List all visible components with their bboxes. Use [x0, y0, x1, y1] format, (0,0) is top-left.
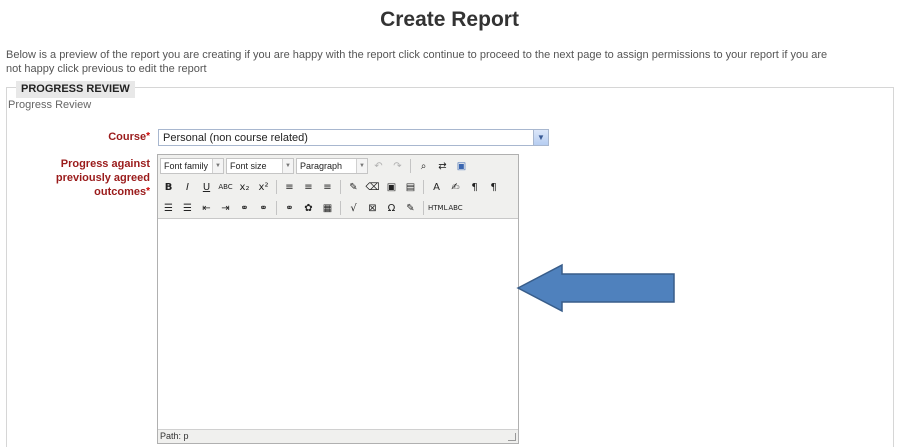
required-marker: * [146, 186, 150, 197]
subscript-button[interactable]: x₂ [236, 179, 253, 196]
strikethrough-button[interactable]: ABC [217, 179, 234, 196]
intro-line-2: not happy click previous to edit the rep… [6, 63, 207, 75]
paste-word-button[interactable]: ▤ [402, 179, 419, 196]
rich-text-editor: Font family ▼ Font size ▼ Paragraph ▼ ↶ … [157, 154, 519, 444]
image-button[interactable]: ✿ [300, 200, 317, 217]
superscript-button[interactable]: x² [255, 179, 272, 196]
toolbar-row-1: Font family ▼ Font size ▼ Paragraph ▼ ↶ … [160, 157, 470, 175]
font-size-value: Font size [230, 161, 267, 171]
course-label-text: Course [108, 131, 147, 143]
table-button[interactable]: ▦ [319, 200, 336, 217]
toolbar-row-2: B I U ABC x₂ x² ≡ ≡ ≡ ✎ ⌫ ▣ ▤ A ✍ ¶ ¶ [160, 178, 502, 196]
toolbar-separator [410, 159, 411, 173]
cleanup-button[interactable]: ✎ [345, 179, 362, 196]
page-title: Create Report [380, 8, 519, 31]
undo-icon[interactable]: ↶ [370, 158, 387, 175]
course-label: Course* [108, 130, 150, 144]
toolbar-separator [276, 180, 277, 194]
section-subtitle: Progress Review [8, 99, 92, 111]
intro-text: Below is a preview of the report you are… [6, 48, 894, 76]
progress-label: Progress against previously agreed outco… [56, 157, 150, 199]
link-button[interactable]: ⚭ [236, 200, 253, 217]
rtl-button[interactable]: ¶ [485, 179, 502, 196]
editor-content-area[interactable] [158, 220, 518, 428]
toolbar-separator [423, 201, 424, 215]
font-family-dropdown[interactable]: Font family ▼ [160, 158, 224, 174]
remove-format-button[interactable]: ⌫ [364, 179, 381, 196]
special-char-button[interactable]: Ω [383, 200, 400, 217]
font-size-dropdown[interactable]: Font size ▼ [226, 158, 294, 174]
find-icon[interactable]: ⌕ [415, 158, 432, 175]
chevron-down-icon: ▼ [356, 159, 367, 173]
anchor-button[interactable]: ⚭ [281, 200, 298, 217]
editor-path: Path: p [160, 431, 189, 441]
resize-handle-icon[interactable] [508, 433, 516, 441]
editor-toolbar: Font family ▼ Font size ▼ Paragraph ▼ ↶ … [158, 155, 518, 219]
progress-label-line-2: previously agreed [55, 172, 150, 184]
editor-statusbar: Path: p [158, 429, 518, 443]
fullscreen-icon[interactable]: ▣ [453, 158, 470, 175]
equation-button[interactable]: √ [345, 200, 362, 217]
left-arrow-annotation-icon [516, 263, 675, 313]
align-center-button[interactable]: ≡ [300, 179, 317, 196]
intro-line-1: Below is a preview of the report you are… [6, 49, 828, 61]
edit-button[interactable]: ✎ [402, 200, 419, 217]
indent-button[interactable]: ⇥ [217, 200, 234, 217]
toolbar-row-3: ☰ ☰ ⇤ ⇥ ⚭ ⚭ ⚭ ✿ ▦ √ ⊠ Ω ✎ HTML ABC [160, 199, 464, 217]
required-marker: * [146, 131, 150, 142]
toolbar-separator [340, 201, 341, 215]
toolbar-separator [340, 180, 341, 194]
ltr-button[interactable]: ¶ [466, 179, 483, 196]
progress-label-line-3: outcomes [94, 186, 147, 198]
unlink-button[interactable]: ⚭ [255, 200, 272, 217]
bold-button[interactable]: B [160, 179, 177, 196]
font-family-value: Font family [164, 161, 209, 171]
chevron-down-icon[interactable]: ▼ [533, 130, 548, 145]
align-left-button[interactable]: ≡ [281, 179, 298, 196]
text-color-button[interactable]: A [428, 179, 445, 196]
numbered-list-button[interactable]: ☰ [179, 200, 196, 217]
chevron-down-icon: ▼ [282, 159, 293, 173]
html-source-button[interactable]: HTML [428, 200, 447, 217]
progress-label-line-1: Progress against [60, 158, 150, 170]
replace-icon[interactable]: ⇄ [434, 158, 451, 175]
italic-button[interactable]: I [179, 179, 196, 196]
bullet-list-button[interactable]: ☰ [160, 200, 177, 217]
course-select-value: Personal (non course related) [163, 132, 308, 144]
outdent-button[interactable]: ⇤ [198, 200, 215, 217]
redo-icon[interactable]: ↷ [389, 158, 406, 175]
paste-text-button[interactable]: ▣ [383, 179, 400, 196]
chevron-down-icon: ▼ [212, 159, 223, 173]
format-value: Paragraph [300, 161, 343, 171]
spellcheck-button[interactable]: ABC [447, 200, 464, 217]
course-select[interactable]: Personal (non course related) ▼ [158, 129, 549, 146]
fieldset-legend[interactable]: PROGRESS REVIEW [16, 81, 135, 98]
highlight-button[interactable]: ✍ [447, 179, 464, 196]
format-dropdown[interactable]: Paragraph ▼ [296, 158, 368, 174]
align-right-button[interactable]: ≡ [319, 179, 336, 196]
toolbar-separator [276, 201, 277, 215]
media-button[interactable]: ⊠ [364, 200, 381, 217]
toolbar-separator [423, 180, 424, 194]
underline-button[interactable]: U [198, 179, 215, 196]
